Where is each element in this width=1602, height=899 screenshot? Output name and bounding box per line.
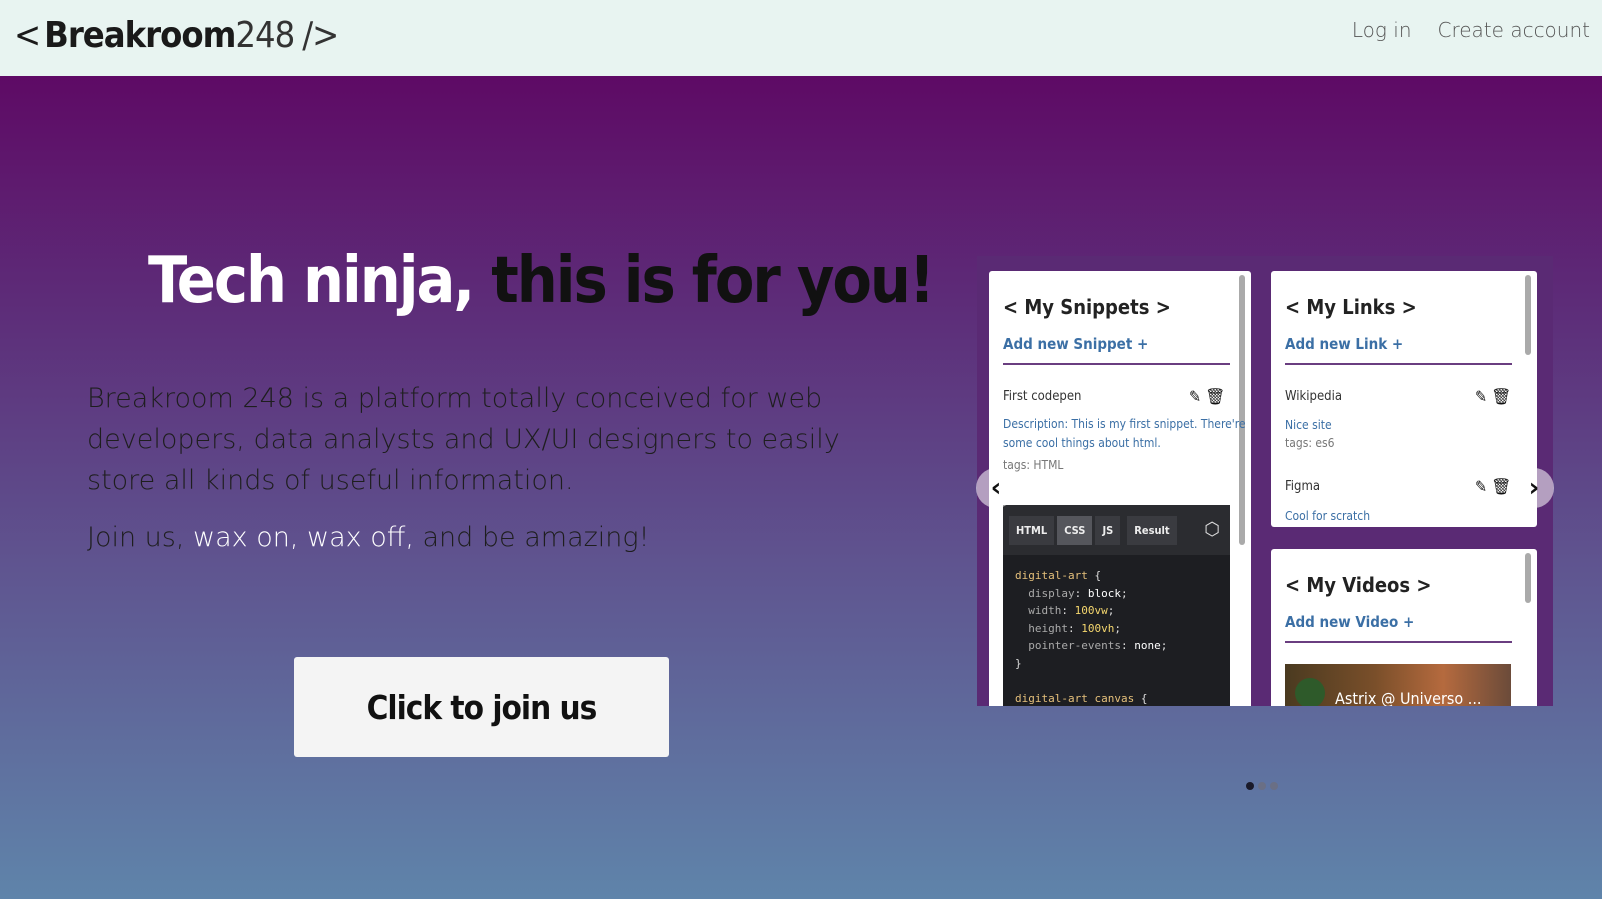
slogan-end: and be amazing! [413,522,650,553]
links-scrollbar[interactable] [1525,275,1531,355]
tab-html[interactable]: HTML [1009,515,1055,545]
carousel-dot-1[interactable] [1246,782,1254,790]
pencil-icon[interactable]: ✎ [1475,387,1487,406]
create-account-link[interactable]: Create account [1438,18,1591,42]
video-title: Astrix @ Universo ... [1335,689,1482,706]
login-link[interactable]: Log in [1352,18,1412,42]
logo-brand-text: Breakroom [44,14,236,56]
codepen-tabbar: HTML CSS JS Result [1003,505,1230,555]
snippet-desc-line-1: Description: This is my first snippet. T… [1003,417,1246,431]
hero-headline: Tech ninja, this is for you! [148,244,935,318]
video-thumbnail[interactable]: Astrix @ Universo ... [1285,664,1511,706]
slogan-highlight: wax on, wax off, [193,522,414,553]
trash-icon[interactable]: 🗑 [1491,477,1511,496]
header-nav: Log in Create account [1352,18,1590,42]
carousel-dot-3[interactable] [1270,782,1278,790]
top-navbar: < Breakroom 248 /> Log in Create account [0,0,1602,76]
snippets-title: < My Snippets > [1003,295,1171,319]
codepen-embed[interactable]: HTML CSS JS Result ⬡ digital-art { displ… [1003,505,1230,706]
trash-icon[interactable]: 🗑 [1491,387,1511,406]
videos-panel: < My Videos > Add new Video + Astrix @ U… [1271,549,1537,706]
logo-open-chevron: < [14,14,41,56]
link-actions-2: ✎ 🗑 [1475,477,1511,496]
add-video-link[interactable]: Add new Video + [1285,613,1414,631]
snippets-panel: < My Snippets > Add new Snippet + First … [989,271,1251,706]
links-panel: < My Links > Add new Link + Wikipedia ✎ 🗑… [1271,271,1537,527]
snippet-desc-line-2: some cool things about html. [1003,436,1161,450]
carousel-indicators [1246,782,1278,790]
pencil-icon[interactable]: ✎ [1189,387,1201,406]
join-button[interactable]: Click to join us [294,657,669,757]
logo-close-tag: /> [302,14,339,56]
hero-slogan: Join us, wax on, wax off, and be amazing… [87,522,649,553]
carousel-prev-button[interactable]: ‹ [976,468,1016,508]
snippets-scrollbar[interactable] [1239,275,1245,545]
feature-carousel: < My Snippets > Add new Snippet + First … [977,256,1553,706]
videos-divider [1285,641,1512,643]
videos-title: < My Videos > [1285,573,1432,597]
link-item-tags-1: tags: es6 [1285,436,1335,450]
add-link-link[interactable]: Add new Link + [1285,335,1403,353]
logo-number: 248 [235,14,295,56]
snippet-item-description: Description: This is my first snippet. T… [1003,415,1246,453]
snippet-item-title: First codepen [1003,389,1082,404]
headline-dark: this is for you! [491,244,935,318]
channel-avatar [1295,678,1325,706]
link-item-desc-1: Nice site [1285,418,1332,432]
pencil-icon[interactable]: ✎ [1475,477,1487,496]
code-preview: digital-art { display: block; width: 100… [1015,569,1168,705]
slogan-start: Join us, [87,522,194,553]
carousel-dot-2[interactable] [1258,782,1266,790]
add-snippet-link[interactable]: Add new Snippet + [1003,335,1148,353]
link-item-desc-2: Cool for scratch [1285,509,1371,523]
headline-white: Tech ninja, [148,244,475,318]
carousel-next-button[interactable]: › [1514,468,1554,508]
hero-description: Breakroom 248 is a platform totally conc… [87,383,840,496]
links-title: < My Links > [1285,295,1417,319]
site-logo[interactable]: < Breakroom 248 /> [14,10,339,60]
link-item-title-1: Wikipedia [1285,389,1343,404]
links-divider [1285,363,1512,365]
hero-section: Tech ninja, this is for you! Breakroom 2… [0,76,1602,899]
tab-js[interactable]: JS [1095,515,1121,545]
link-actions-1: ✎ 🗑 [1475,387,1511,406]
snippet-actions: ✎ 🗑 [1189,387,1225,406]
videos-scrollbar[interactable] [1525,553,1531,603]
tab-css[interactable]: CSS [1057,515,1093,545]
snippets-divider [1003,363,1230,365]
tab-result[interactable]: Result [1127,515,1177,545]
link-item-title-2: Figma [1285,479,1321,494]
snippet-item-tags: tags: HTML [1003,458,1064,472]
trash-icon[interactable]: 🗑 [1205,387,1225,406]
codepen-logo-icon[interactable]: ⬡ [1204,519,1220,540]
